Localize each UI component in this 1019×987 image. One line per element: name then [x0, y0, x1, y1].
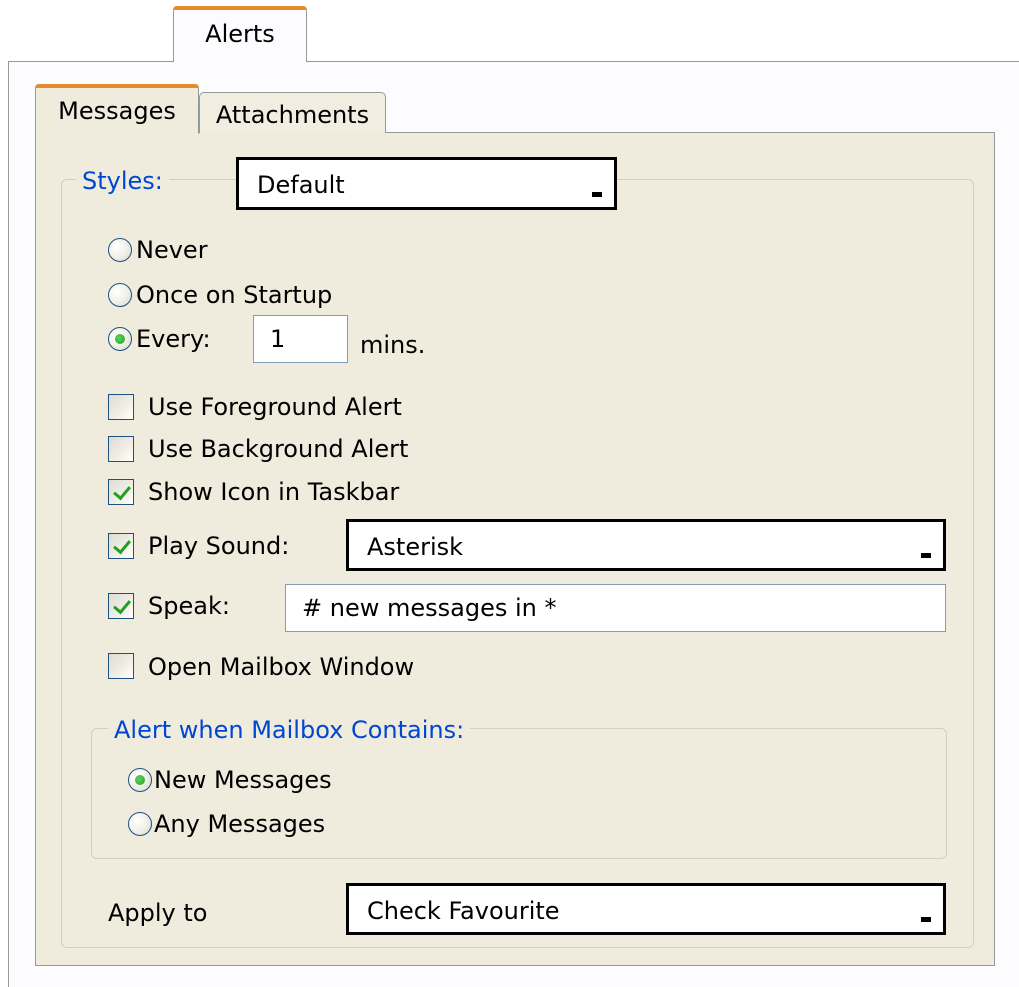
- mailbox-contains-legend: Alert when Mailbox Contains:: [108, 715, 471, 745]
- every-minutes-input[interactable]: 1: [253, 315, 348, 363]
- radio-once-on-startup-label: Once on Startup: [136, 281, 333, 309]
- radio-new-messages-label: New Messages: [154, 766, 332, 794]
- checkbox-taskbar-icon-label: Show Icon in Taskbar: [148, 478, 400, 506]
- checkbox-speak[interactable]: [108, 593, 134, 619]
- radio-once-on-startup[interactable]: [108, 283, 132, 307]
- radio-never-label: Never: [136, 236, 208, 264]
- apply-to-label: Apply to: [108, 899, 208, 927]
- radio-every[interactable]: [108, 327, 132, 351]
- checkbox-play-sound[interactable]: [108, 533, 134, 559]
- checkbox-background-alert[interactable]: [108, 436, 134, 462]
- radio-never[interactable]: [108, 238, 132, 262]
- checkbox-taskbar-icon[interactable]: [108, 479, 134, 505]
- chevron-down-icon: [921, 547, 931, 558]
- radio-any-messages[interactable]: [128, 812, 152, 836]
- sound-dropdown[interactable]: Asterisk: [346, 519, 946, 571]
- tab-attachments[interactable]: Attachments: [199, 92, 386, 133]
- checkbox-speak-label: Speak:: [148, 592, 230, 620]
- checkbox-open-mailbox-window-label: Open Mailbox Window: [148, 653, 415, 681]
- checkbox-open-mailbox-window[interactable]: [108, 653, 134, 679]
- checkbox-background-alert-label: Use Background Alert: [148, 435, 409, 463]
- chevron-down-icon: [592, 186, 602, 197]
- checkbox-play-sound-label: Play Sound:: [148, 532, 290, 560]
- checkbox-foreground-alert-label: Use Foreground Alert: [148, 393, 402, 421]
- radio-every-label: Every:: [136, 325, 211, 353]
- mins-label: mins.: [360, 331, 426, 359]
- sound-dropdown-value: Asterisk: [367, 533, 464, 561]
- tab-alerts-label: Alerts: [205, 20, 275, 48]
- styles-dropdown[interactable]: Default: [236, 157, 617, 210]
- radio-any-messages-label: Any Messages: [154, 810, 326, 838]
- tab-messages-label: Messages: [58, 97, 176, 125]
- tab-alerts[interactable]: Alerts: [173, 6, 307, 62]
- chevron-down-icon: [921, 911, 931, 922]
- checkbox-foreground-alert[interactable]: [108, 394, 134, 420]
- speak-text-input[interactable]: # new messages in *: [285, 584, 946, 632]
- apply-to-dropdown-value: Check Favourite: [367, 897, 560, 925]
- apply-to-dropdown[interactable]: Check Favourite: [346, 883, 946, 935]
- tab-messages[interactable]: Messages: [35, 84, 199, 134]
- styles-legend: Styles:: [76, 166, 169, 196]
- tab-attachments-label: Attachments: [215, 101, 370, 129]
- styles-dropdown-value: Default: [257, 171, 345, 199]
- radio-new-messages[interactable]: [128, 768, 152, 792]
